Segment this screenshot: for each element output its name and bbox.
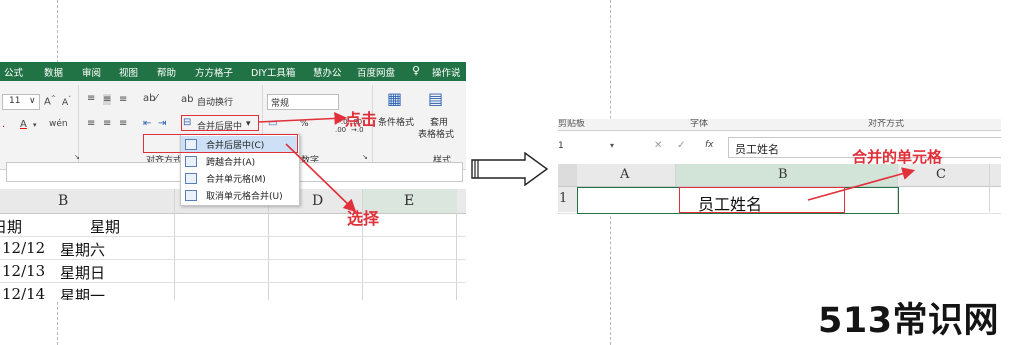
tab-data[interactable]: 数据 bbox=[44, 65, 63, 79]
tab-fangfang[interactable]: 方方格子 bbox=[195, 65, 233, 79]
increase-indent-icon[interactable]: ⇥ bbox=[158, 118, 166, 129]
clipboard-group-label: 剪贴板 bbox=[558, 119, 586, 129]
increase-font-icon[interactable]: A^ bbox=[44, 95, 56, 107]
number-format-select[interactable]: 常规 bbox=[267, 94, 339, 110]
column-header-d[interactable]: D bbox=[312, 193, 323, 209]
ribbon-tab-bar: 公式 数据 审阅 视图 帮助 方方格子 DIY工具箱 慧办公 百度网盘 ♀ 操作… bbox=[0, 62, 466, 81]
merged-cell-text: 员工姓名 bbox=[698, 195, 763, 214]
accounting-format-icon[interactable]: ▭ bbox=[268, 118, 277, 129]
align-left-icon[interactable]: ≡ bbox=[87, 118, 95, 129]
chevron-down-icon[interactable]: ▾ bbox=[610, 141, 614, 150]
transition-arrow-icon bbox=[471, 152, 549, 186]
font-group-label: 字体 bbox=[690, 119, 709, 129]
weekday-cell[interactable]: 星期一 bbox=[60, 285, 105, 300]
column-header-b[interactable]: B bbox=[58, 193, 68, 209]
date-cell[interactable]: 12/14 bbox=[2, 285, 45, 300]
align-middle-icon[interactable]: ≡ bbox=[103, 94, 112, 105]
font-size-value: 11 bbox=[9, 96, 21, 106]
menu-item-label: 取消单元格合并(U) bbox=[206, 192, 283, 202]
number-dialog-launcher-icon[interactable]: ↘ bbox=[362, 153, 368, 161]
orientation-icon[interactable]: ab⁄ bbox=[143, 93, 157, 104]
fx-icon[interactable]: fx bbox=[705, 140, 714, 150]
font-size-box[interactable]: 11 ∨ bbox=[2, 94, 40, 110]
tell-me-label[interactable]: 操作说 bbox=[432, 65, 461, 79]
header-date-cell[interactable]: 日期 bbox=[0, 216, 22, 237]
menu-item-highlight bbox=[143, 134, 298, 153]
row-number[interactable]: 1 bbox=[559, 191, 567, 206]
lightbulb-icon[interactable]: ♀ bbox=[412, 64, 420, 77]
tab-diy-toolbox[interactable]: DIY工具箱 bbox=[251, 65, 295, 79]
tab-formulas[interactable]: 公式 bbox=[4, 65, 23, 79]
right-excel-screenshot: 剪贴板 字体 对齐方式 1 ▾ ✕ ✓ fx 员工姓名 A B C 1 员工姓名 bbox=[558, 119, 1001, 216]
column-header-e-text: E bbox=[404, 193, 415, 209]
menu-item-merge-across[interactable]: 跨越合并(A) bbox=[181, 153, 297, 169]
conditional-format-button[interactable]: 条件格式 bbox=[378, 115, 414, 128]
font-color-a-icon[interactable]: A bbox=[20, 119, 27, 130]
merge-across-icon bbox=[185, 156, 197, 167]
date-cell[interactable]: 12/13 bbox=[2, 262, 45, 280]
date-cell[interactable]: 12/12 bbox=[2, 239, 45, 257]
menu-item-unmerge[interactable]: 取消单元格合并(U) bbox=[181, 187, 297, 203]
table-format-icon[interactable]: ▤ bbox=[428, 89, 443, 108]
align-center-icon[interactable]: ≡ bbox=[103, 118, 111, 129]
annotation-merged-cell: 合并的单元格 bbox=[852, 148, 943, 166]
annotation-select: 选择 bbox=[347, 209, 380, 228]
font-color-dropdown-icon[interactable]: ▾ bbox=[33, 121, 37, 129]
header-weekday-cell[interactable]: 星期 bbox=[90, 216, 120, 237]
weekday-cell[interactable]: 星期六 bbox=[60, 239, 105, 260]
align-top-icon[interactable]: ≡ bbox=[87, 93, 95, 104]
dialog-launcher-icon[interactable]: ↘ bbox=[74, 153, 80, 161]
column-header-a[interactable]: A bbox=[620, 167, 629, 182]
weekday-cell[interactable]: 星期日 bbox=[60, 262, 105, 283]
menu-item-label: 合并单元格(M) bbox=[206, 175, 266, 185]
align-right-icon[interactable]: ≡ bbox=[119, 118, 127, 129]
ribbon-group-labels: 剪贴板 字体 对齐方式 bbox=[558, 119, 1001, 131]
tab-help[interactable]: 帮助 bbox=[157, 65, 176, 79]
tab-view[interactable]: 视图 bbox=[119, 65, 138, 79]
decrease-font-icon[interactable]: Aˇ bbox=[62, 96, 71, 108]
tab-huibangong[interactable]: 慧办公 bbox=[313, 65, 342, 79]
font-color-icon[interactable]: · bbox=[2, 122, 5, 133]
table-format-button[interactable]: 表格格式 bbox=[418, 127, 454, 140]
name-box[interactable]: 1 bbox=[558, 141, 564, 151]
cancel-icon[interactable]: ✕ bbox=[654, 140, 662, 151]
annotation-click: 点击 bbox=[345, 110, 378, 129]
tab-review[interactable]: 审阅 bbox=[82, 65, 101, 79]
align-bottom-icon[interactable]: ≡ bbox=[119, 94, 127, 105]
select-all-corner[interactable] bbox=[558, 164, 577, 186]
percent-button[interactable]: % bbox=[300, 119, 309, 129]
tab-baidu-netdisk[interactable]: 百度网盘 bbox=[357, 65, 395, 79]
row-header: 1 bbox=[558, 187, 577, 212]
decrease-indent-icon[interactable]: ⇤ bbox=[143, 118, 151, 129]
alignment-group-label: 对齐方式 bbox=[868, 119, 905, 129]
menu-item-label: 跨越合并(A) bbox=[206, 158, 256, 168]
merge-cells-icon bbox=[185, 173, 197, 184]
unmerge-icon bbox=[185, 190, 197, 201]
wrap-text-icon[interactable]: ab bbox=[181, 94, 193, 105]
confirm-icon[interactable]: ✓ bbox=[677, 140, 685, 151]
wrap-text-label[interactable]: 自动换行 bbox=[197, 95, 233, 108]
number-format-value: 常规 bbox=[271, 99, 290, 109]
merge-button-highlight bbox=[181, 115, 259, 131]
column-header-b[interactable]: B bbox=[778, 167, 788, 182]
column-headers: A B C bbox=[558, 164, 1001, 187]
site-watermark: 513常识网 bbox=[818, 301, 1000, 341]
formula-value: 员工姓名 bbox=[735, 143, 779, 156]
chevron-down-icon: ∨ bbox=[29, 96, 36, 106]
left-excel-screenshot: 公式 数据 审阅 视图 帮助 方方格子 DIY工具箱 慧办公 百度网盘 ♀ 操作… bbox=[0, 62, 466, 300]
phonetic-icon[interactable]: wén bbox=[49, 119, 68, 129]
menu-item-merge-cells[interactable]: 合并单元格(M) bbox=[181, 170, 297, 186]
column-header-c[interactable]: C bbox=[936, 167, 946, 182]
conditional-format-icon[interactable]: ▦ bbox=[387, 89, 402, 108]
